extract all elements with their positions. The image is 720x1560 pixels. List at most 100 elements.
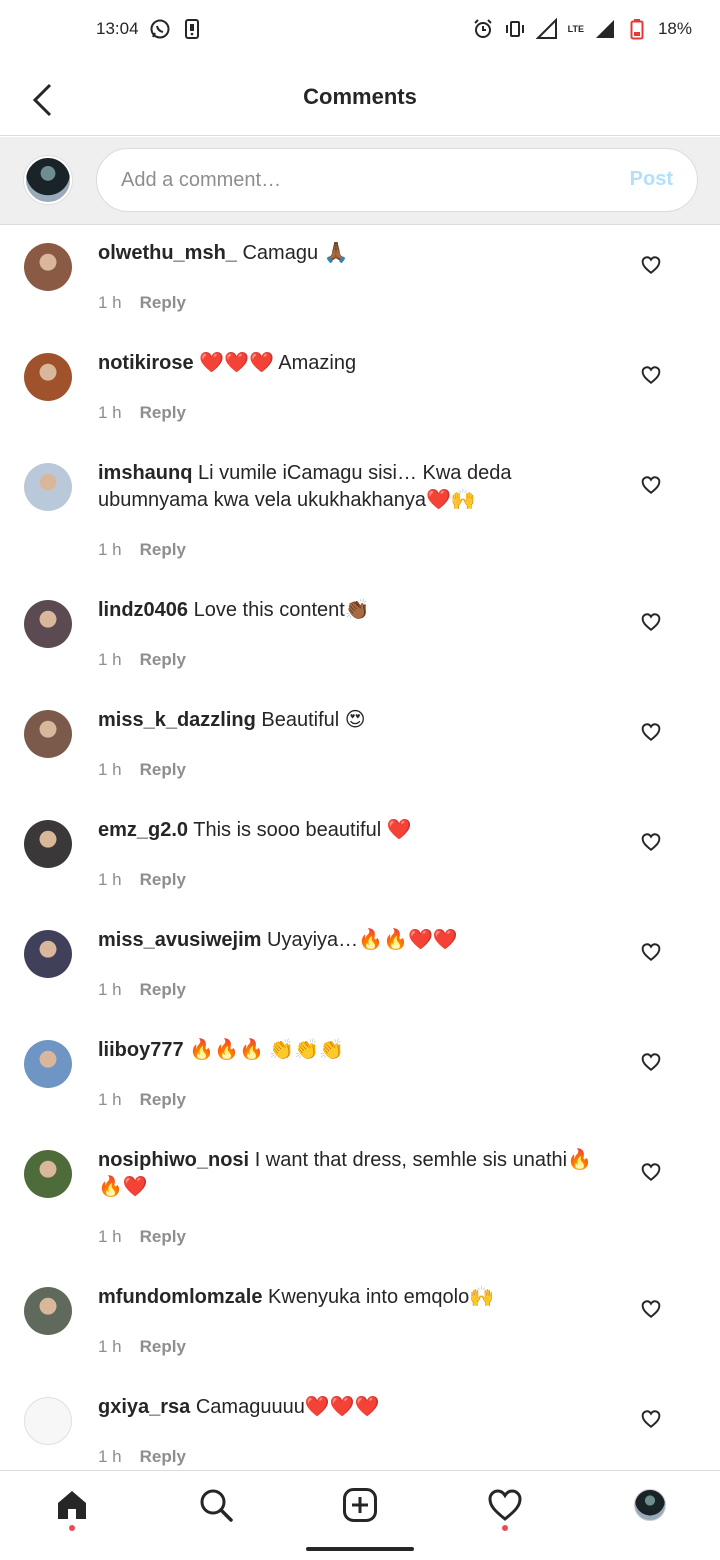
comment-timestamp: 1 h <box>98 540 122 559</box>
comment-meta: 1 h Reply <box>98 1447 186 1467</box>
profile-icon <box>634 1489 666 1521</box>
commenter-avatar[interactable] <box>24 600 72 648</box>
new-post-icon <box>343 1488 377 1522</box>
like-comment-button[interactable] <box>640 941 662 963</box>
nav-new-post[interactable] <box>340 1485 380 1525</box>
reply-button[interactable]: Reply <box>140 540 186 560</box>
comment-meta: 1 h Reply <box>98 403 186 423</box>
like-comment-button[interactable] <box>640 831 662 853</box>
like-comment-button[interactable] <box>640 611 662 633</box>
comment-meta: 1 h Reply <box>98 870 186 890</box>
comment-meta: 1 h Reply <box>98 293 186 313</box>
comment-text: miss_avusiwejim Uyayiya…🔥🔥❤️❤️ <box>98 927 608 954</box>
comment-username[interactable]: miss_avusiwejim <box>98 929 261 951</box>
nav-search[interactable] <box>196 1485 236 1525</box>
comment-username[interactable]: miss_k_dazzling <box>98 709 256 731</box>
post-button[interactable]: Post <box>630 168 673 191</box>
comment-body: Camagu 🙏🏾 <box>242 242 349 264</box>
comment-row: nosiphiwo_nosi I want that dress, semhle… <box>0 1133 720 1270</box>
comment-username[interactable]: emz_g2.0 <box>98 819 188 841</box>
nav-home[interactable] <box>52 1485 92 1531</box>
comment-timestamp: 1 h <box>98 1227 122 1246</box>
like-comment-button[interactable] <box>640 1298 662 1320</box>
sim-icon <box>181 18 203 40</box>
commenter-avatar[interactable] <box>24 1150 72 1198</box>
comment-meta: 1 h Reply <box>98 1227 186 1247</box>
comment-text: mfundomlomzale Kwenyuka into emqolo🙌 <box>98 1284 608 1311</box>
comment-input[interactable] <box>121 149 601 211</box>
commenter-avatar[interactable] <box>24 820 72 868</box>
battery-level: 18% <box>657 19 692 38</box>
comment-username[interactable]: gxiya_rsa <box>98 1396 190 1418</box>
nav-activity[interactable] <box>485 1485 525 1531</box>
comment-body: Camaguuuu❤️❤️❤️ <box>195 1396 380 1418</box>
search-icon <box>200 1489 233 1522</box>
comment-row: gxiya_rsa Camaguuuu❤️❤️❤️ 1 h Reply <box>0 1380 720 1470</box>
comment-username[interactable]: nosiphiwo_nosi <box>98 1149 249 1171</box>
back-button[interactable] <box>22 80 62 120</box>
comment-row: mfundomlomzale Kwenyuka into emqolo🙌 1 h R… <box>0 1270 720 1380</box>
reply-button[interactable]: Reply <box>140 870 186 890</box>
comment-meta: 1 h Reply <box>98 980 186 1000</box>
comment-username[interactable]: imshaunq <box>98 462 192 484</box>
comment-text: olwethu_msh_ Camagu 🙏🏾 <box>98 240 608 267</box>
commenter-avatar[interactable] <box>24 1397 72 1445</box>
like-comment-button[interactable] <box>640 1051 662 1073</box>
heart-icon <box>488 1489 522 1521</box>
comment-username[interactable]: lindz0406 <box>98 599 188 621</box>
commenter-avatar[interactable] <box>24 243 72 291</box>
reply-button[interactable]: Reply <box>140 760 186 780</box>
comment-timestamp: 1 h <box>98 293 122 312</box>
commenter-avatar[interactable] <box>24 1287 72 1335</box>
commenter-avatar[interactable] <box>24 710 72 758</box>
heart-icon <box>641 613 661 632</box>
reply-button[interactable]: Reply <box>140 1090 186 1110</box>
reply-button[interactable]: Reply <box>140 1337 186 1357</box>
notification-dot <box>502 1525 508 1531</box>
commenter-avatar[interactable] <box>24 1040 72 1088</box>
nav-profile[interactable] <box>630 1485 670 1525</box>
like-comment-button[interactable] <box>640 364 662 386</box>
heart-icon <box>641 1163 661 1182</box>
battery-icon <box>626 18 648 40</box>
comment-compose-bar: Post <box>0 137 720 225</box>
reply-button[interactable]: Reply <box>140 1227 186 1247</box>
commenter-avatar[interactable] <box>24 463 72 511</box>
comment-text: miss_k_dazzling Beautiful 😍 <box>98 707 608 734</box>
reply-button[interactable]: Reply <box>140 293 186 313</box>
comment-input-container: Post <box>96 148 698 212</box>
comment-username[interactable]: mfundomlomzale <box>98 1286 262 1308</box>
reply-button[interactable]: Reply <box>140 403 186 423</box>
like-comment-button[interactable] <box>640 1408 662 1430</box>
like-comment-button[interactable] <box>640 721 662 743</box>
reply-button[interactable]: Reply <box>140 980 186 1000</box>
commenter-avatar[interactable] <box>24 930 72 978</box>
comment-username[interactable]: olwethu_msh_ <box>98 242 237 264</box>
comment-timestamp: 1 h <box>98 1447 122 1466</box>
header: Comments <box>0 58 720 136</box>
notification-dot <box>69 1525 75 1531</box>
heart-icon <box>641 723 661 742</box>
commenter-avatar[interactable] <box>24 353 72 401</box>
reply-button[interactable]: Reply <box>140 1447 186 1467</box>
comment-timestamp: 1 h <box>98 870 122 889</box>
comment-body: ❤️❤️❤️ Amazing <box>199 352 357 374</box>
heart-icon <box>641 256 661 275</box>
reply-button[interactable]: Reply <box>140 650 186 670</box>
heart-icon <box>641 1410 661 1429</box>
vibrate-icon <box>504 18 526 40</box>
like-comment-button[interactable] <box>640 254 662 276</box>
heart-icon <box>641 833 661 852</box>
like-comment-button[interactable] <box>640 474 662 496</box>
comment-row: imshaunq Li vumile iCamagu sisi… Kwa ded… <box>0 446 720 583</box>
comment-username[interactable]: notikirose <box>98 352 194 374</box>
comment-meta: 1 h Reply <box>98 1090 186 1110</box>
like-comment-button[interactable] <box>640 1161 662 1183</box>
comment-row: olwethu_msh_ Camagu 🙏🏾 1 h Reply <box>0 226 720 336</box>
comment-text: nosiphiwo_nosi I want that dress, semhle… <box>98 1147 608 1201</box>
comment-timestamp: 1 h <box>98 650 122 669</box>
comment-username[interactable]: liiboy777 <box>98 1039 184 1061</box>
comment-timestamp: 1 h <box>98 1090 122 1109</box>
comment-body: Kwenyuka into emqolo🙌 <box>268 1286 495 1308</box>
comment-timestamp: 1 h <box>98 980 122 999</box>
